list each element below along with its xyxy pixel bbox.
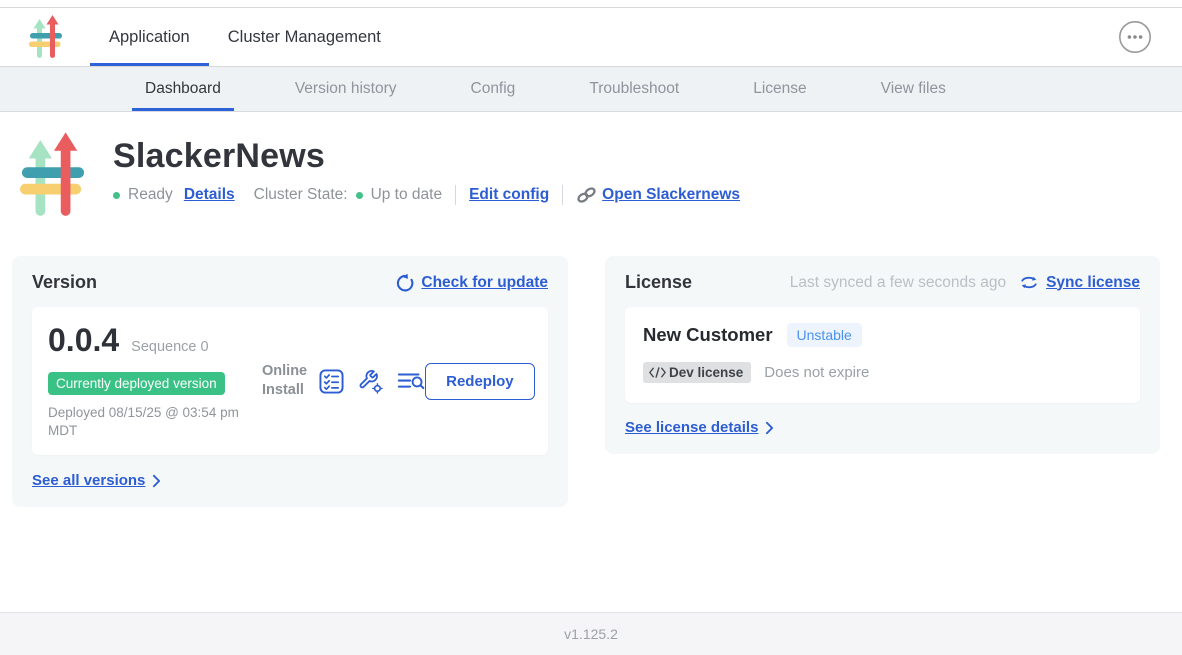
- preflight-checks-icon: [319, 369, 344, 394]
- tab-config-label: Config: [471, 80, 516, 98]
- tab-dashboard-label: Dashboard: [145, 80, 221, 98]
- customer-name: New Customer: [643, 324, 773, 346]
- license-details-panel: New Customer Unstable Dev license Does n…: [625, 307, 1140, 403]
- app-header: Application Cluster Management: [0, 8, 1182, 67]
- channel-badge: Unstable: [787, 323, 862, 347]
- license-card: License Last synced a few seconds ago Sy…: [605, 256, 1160, 454]
- app-status-text: Ready: [128, 186, 173, 204]
- install-type-label: Online Install: [262, 362, 307, 400]
- license-type-badge-label: Dev license: [669, 365, 743, 380]
- dashboard-main: SlackerNews Ready Details Cluster State:…: [0, 131, 1182, 507]
- status-details-link[interactable]: Details: [184, 186, 235, 204]
- deployed-timestamp: Deployed 08/15/25 @ 03:54 pm MDT: [48, 404, 258, 440]
- config-wrench-gear-icon: [358, 369, 383, 394]
- preflight-checks-button[interactable]: [319, 369, 344, 394]
- cluster-state-label: Cluster State:: [254, 186, 348, 204]
- sync-license-link[interactable]: Sync license: [1046, 274, 1140, 292]
- edit-config-link[interactable]: Edit config: [469, 186, 549, 204]
- tab-license-label: License: [753, 80, 806, 98]
- tab-config[interactable]: Config: [458, 67, 529, 111]
- tab-view-files-label: View files: [881, 80, 946, 98]
- code-icon: [649, 367, 666, 378]
- version-card-title: Version: [32, 272, 97, 293]
- console-version-text: v1.125.2: [564, 626, 618, 642]
- main-nav: Application Cluster Management: [90, 8, 400, 66]
- deploy-logs-button[interactable]: [397, 370, 425, 393]
- tab-application-label: Application: [109, 28, 190, 47]
- page-title: SlackerNews: [113, 137, 740, 176]
- divider: [455, 185, 456, 205]
- console-footer: v1.125.2: [0, 612, 1182, 655]
- license-card-title: License: [625, 272, 692, 293]
- see-license-details-link[interactable]: See license details: [625, 419, 758, 436]
- redeploy-button[interactable]: Redeploy: [425, 363, 535, 400]
- admin-console-page: Application Cluster Management Dashboard…: [0, 0, 1182, 655]
- tab-troubleshoot-label: Troubleshoot: [589, 80, 679, 98]
- cluster-state-value: Up to date: [371, 186, 443, 204]
- app-heading-section: SlackerNews Ready Details Cluster State:…: [20, 131, 1182, 223]
- tab-cluster-management[interactable]: Cluster Management: [209, 8, 400, 66]
- version-number: 0.0.4: [48, 322, 119, 359]
- slackernews-app-icon: [20, 131, 86, 223]
- chain-link-icon: [576, 186, 597, 204]
- cluster-state-dot: [356, 192, 363, 199]
- overflow-menu-button[interactable]: [1118, 20, 1152, 54]
- app-status-dot: [113, 192, 120, 199]
- view-config-button[interactable]: [358, 369, 383, 394]
- tab-version-history[interactable]: Version history: [282, 67, 410, 111]
- slackernews-logo-icon: [28, 15, 64, 61]
- app-status-row: Ready Details Cluster State: Up to date …: [113, 185, 740, 205]
- tab-application[interactable]: Application: [90, 8, 209, 66]
- divider: [562, 185, 563, 205]
- tab-version-history-label: Version history: [295, 80, 397, 98]
- app-subnav: Dashboard Version history Config Trouble…: [0, 67, 1182, 112]
- tab-cluster-management-label: Cluster Management: [228, 28, 381, 47]
- sequence-label: Sequence 0: [131, 339, 208, 355]
- sync-icon: [1019, 275, 1039, 290]
- circle-ellipsis-icon: [1118, 20, 1152, 54]
- version-card: Version Check for update 0.0.4 Sequence: [12, 256, 568, 507]
- tab-dashboard[interactable]: Dashboard: [132, 67, 234, 111]
- see-all-versions-link[interactable]: See all versions: [32, 472, 145, 489]
- deploy-logs-icon: [397, 370, 425, 393]
- refresh-icon: [395, 273, 414, 292]
- tab-view-files[interactable]: View files: [868, 67, 959, 111]
- license-type-badge: Dev license: [643, 362, 751, 383]
- last-synced-text: Last synced a few seconds ago: [790, 274, 1006, 292]
- check-for-update-link[interactable]: Check for update: [421, 274, 548, 292]
- chevron-right-icon: [152, 474, 161, 488]
- tab-troubleshoot[interactable]: Troubleshoot: [576, 67, 692, 111]
- current-version-panel: 0.0.4 Sequence 0 Currently deployed vers…: [32, 307, 548, 455]
- chevron-right-icon: [765, 421, 774, 435]
- dashboard-cards: Version Check for update 0.0.4 Sequence: [12, 256, 1182, 507]
- deployed-badge: Currently deployed version: [48, 372, 225, 395]
- license-expiry-text: Does not expire: [764, 364, 869, 381]
- tab-license[interactable]: License: [740, 67, 819, 111]
- top-strip: [0, 0, 1182, 8]
- open-app-link[interactable]: Open Slackernews: [602, 186, 740, 204]
